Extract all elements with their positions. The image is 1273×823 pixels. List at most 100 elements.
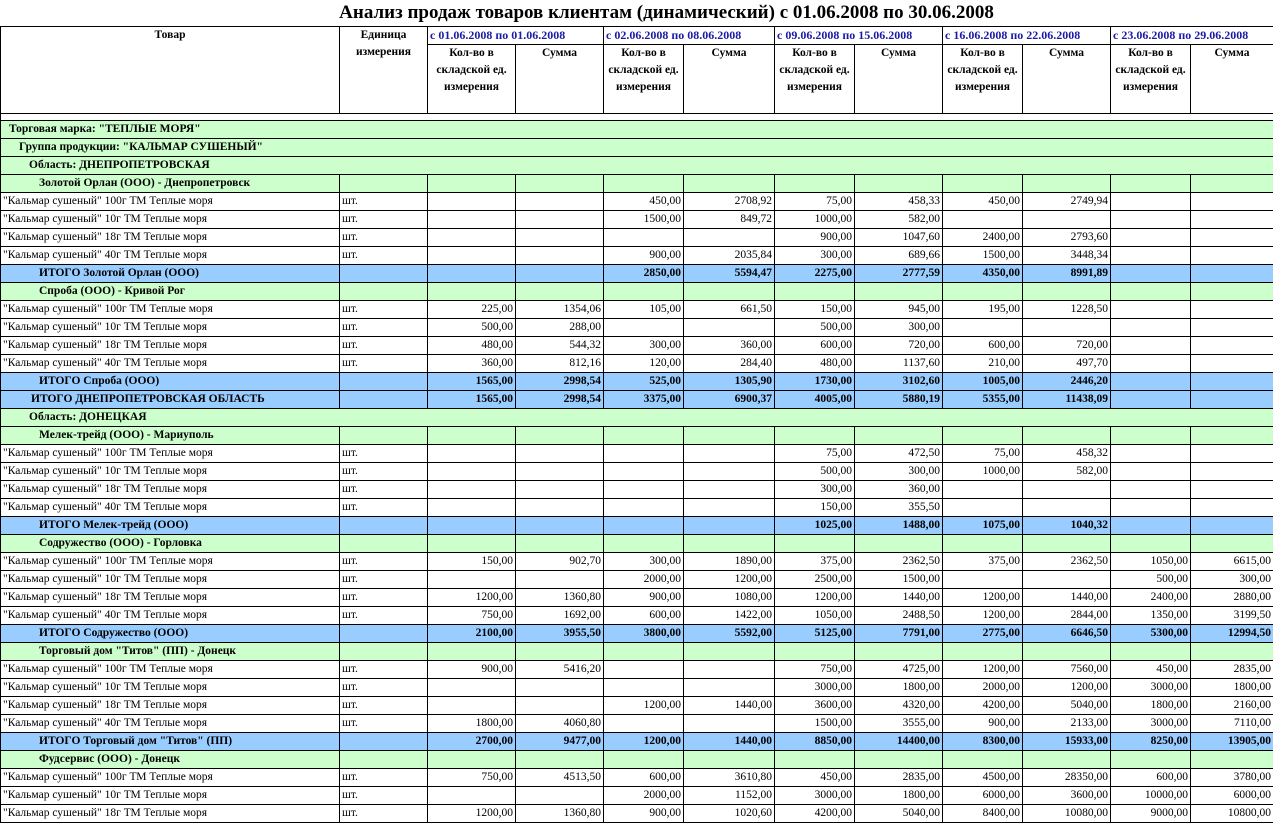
qty-cell <box>1111 229 1191 247</box>
empty-cell <box>775 643 855 661</box>
sum-cell: 1040,32 <box>1023 517 1111 535</box>
sum-cell: 544,32 <box>516 337 604 355</box>
total-label: ИТОГО Торговый дом "Титов" (ПП) <box>1 733 340 751</box>
sum-cell: 360,00 <box>684 337 775 355</box>
sum-cell: 1305,90 <box>684 373 775 391</box>
sum-cell <box>516 697 604 715</box>
empty-cell <box>516 283 604 301</box>
qty-cell: 750,00 <box>428 769 516 787</box>
empty-cell <box>428 175 516 193</box>
qty-cell: 600,00 <box>1111 769 1191 787</box>
sum-cell <box>1191 445 1273 463</box>
qty-cell <box>1111 211 1191 229</box>
table-row: "Кальмар сушеный" 40г ТМ Теплые моряшт.1… <box>1 499 1273 517</box>
header-qty: Кол-во в складской ед. измерения <box>1111 45 1191 114</box>
sum-cell: 3448,34 <box>1023 247 1111 265</box>
product-name: "Кальмар сушеный" 10г ТМ Теплые моря <box>1 463 340 481</box>
qty-cell: 480,00 <box>775 355 855 373</box>
sum-cell: 1200,00 <box>684 571 775 589</box>
sum-cell: 720,00 <box>1023 337 1111 355</box>
unit-cell: шт. <box>340 229 428 247</box>
sum-cell <box>1023 319 1111 337</box>
qty-cell: 750,00 <box>775 661 855 679</box>
empty-cell <box>1023 643 1111 661</box>
qty-cell <box>1111 463 1191 481</box>
client-label: Мелек-трейд (ООО) - Мариуполь <box>1 427 340 445</box>
product-name: "Кальмар сушеный" 10г ТМ Теплые моря <box>1 679 340 697</box>
product-name: "Кальмар сушеный" 100г ТМ Теплые моря <box>1 193 340 211</box>
header-period-2: с 02.06.2008 по 08.06.2008 <box>604 27 775 45</box>
sum-cell <box>1191 319 1273 337</box>
sum-cell: 9477,00 <box>516 733 604 751</box>
sum-cell <box>516 229 604 247</box>
unit-cell: шт. <box>340 571 428 589</box>
unit-cell: шт. <box>340 247 428 265</box>
sum-cell <box>1191 247 1273 265</box>
qty-cell: 1350,00 <box>1111 607 1191 625</box>
qty-cell: 5355,00 <box>943 391 1023 409</box>
product-name: "Кальмар сушеный" 40г ТМ Теплые моря <box>1 247 340 265</box>
sum-cell: 2362,50 <box>855 553 943 571</box>
table-row: "Кальмар сушеный" 18г ТМ Теплые моряшт.1… <box>1 697 1273 715</box>
sum-cell: 5040,00 <box>1023 697 1111 715</box>
sum-cell: 12994,50 <box>1191 625 1273 643</box>
client-total-row: ИТОГО Золотой Орлан (ООО)2850,005594,472… <box>1 265 1273 283</box>
table-row: "Кальмар сушеный" 100г ТМ Теплые моряшт.… <box>1 661 1273 679</box>
sum-cell: 3555,00 <box>855 715 943 733</box>
empty-cell <box>516 427 604 445</box>
empty-cell <box>855 751 943 769</box>
sum-cell: 849,72 <box>684 211 775 229</box>
product-name: "Кальмар сушеный" 40г ТМ Теплые моря <box>1 355 340 373</box>
empty-cell <box>1191 535 1273 553</box>
empty-cell <box>855 643 943 661</box>
report-title: Анализ продаж товаров клиентам (динамиче… <box>60 0 1273 26</box>
sum-cell: 8991,89 <box>1023 265 1111 283</box>
qty-cell: 2275,00 <box>775 265 855 283</box>
qty-cell: 8400,00 <box>943 805 1023 823</box>
empty-cell <box>1023 175 1111 193</box>
sum-cell <box>1191 499 1273 517</box>
sum-cell: 11438,09 <box>1023 391 1111 409</box>
qty-cell: 6000,00 <box>943 787 1023 805</box>
empty-cell <box>943 751 1023 769</box>
client-group-row: Содружество (ООО) - Горловка <box>1 535 1273 553</box>
qty-cell: 300,00 <box>604 337 684 355</box>
sum-cell: 2998,54 <box>516 391 604 409</box>
qty-cell <box>604 661 684 679</box>
header-period-1: с 01.06.2008 по 01.06.2008 <box>428 27 604 45</box>
product-name: "Кальмар сушеный" 18г ТМ Теплые моря <box>1 481 340 499</box>
sum-cell: 1047,60 <box>855 229 943 247</box>
empty-cell <box>855 427 943 445</box>
qty-cell <box>1111 319 1191 337</box>
header-unit: Единица измерения <box>340 27 428 114</box>
unit-cell: шт. <box>340 463 428 481</box>
product-name: "Кальмар сушеный" 18г ТМ Теплые моря <box>1 697 340 715</box>
empty-cell <box>340 427 428 445</box>
sum-cell: 1890,00 <box>684 553 775 571</box>
region-total-row: ИТОГО ДНЕПРОПЕТРОВСКАЯ ОБЛАСТЬ1565,00299… <box>1 391 1273 409</box>
sum-cell: 288,00 <box>516 319 604 337</box>
header-qty: Кол-во в складской ед. измерения <box>943 45 1023 114</box>
qty-cell: 900,00 <box>604 247 684 265</box>
qty-cell <box>1111 355 1191 373</box>
table-row: "Кальмар сушеный" 40г ТМ Теплые моряшт.7… <box>1 607 1273 625</box>
qty-cell: 1200,00 <box>943 589 1023 607</box>
table-row: "Кальмар сушеный" 10г ТМ Теплые моряшт.2… <box>1 571 1273 589</box>
qty-cell: 1200,00 <box>775 589 855 607</box>
sum-cell <box>1023 499 1111 517</box>
sum-cell: 902,70 <box>516 553 604 571</box>
sum-cell <box>516 193 604 211</box>
table-row: "Кальмар сушеный" 18г ТМ Теплые моряшт.1… <box>1 805 1273 823</box>
unit-cell <box>340 733 428 751</box>
qty-cell <box>428 481 516 499</box>
sum-cell: 4320,00 <box>855 697 943 715</box>
qty-cell: 360,00 <box>428 355 516 373</box>
unit-cell: шт. <box>340 481 428 499</box>
sum-cell: 1440,00 <box>684 697 775 715</box>
empty-cell <box>943 283 1023 301</box>
sum-cell: 1020,60 <box>684 805 775 823</box>
qty-cell: 1500,00 <box>604 211 684 229</box>
header-product: Товар <box>1 27 340 114</box>
qty-cell: 210,00 <box>943 355 1023 373</box>
sales-report-table: Товар Единица измерения с 01.06.2008 по … <box>0 26 1273 823</box>
